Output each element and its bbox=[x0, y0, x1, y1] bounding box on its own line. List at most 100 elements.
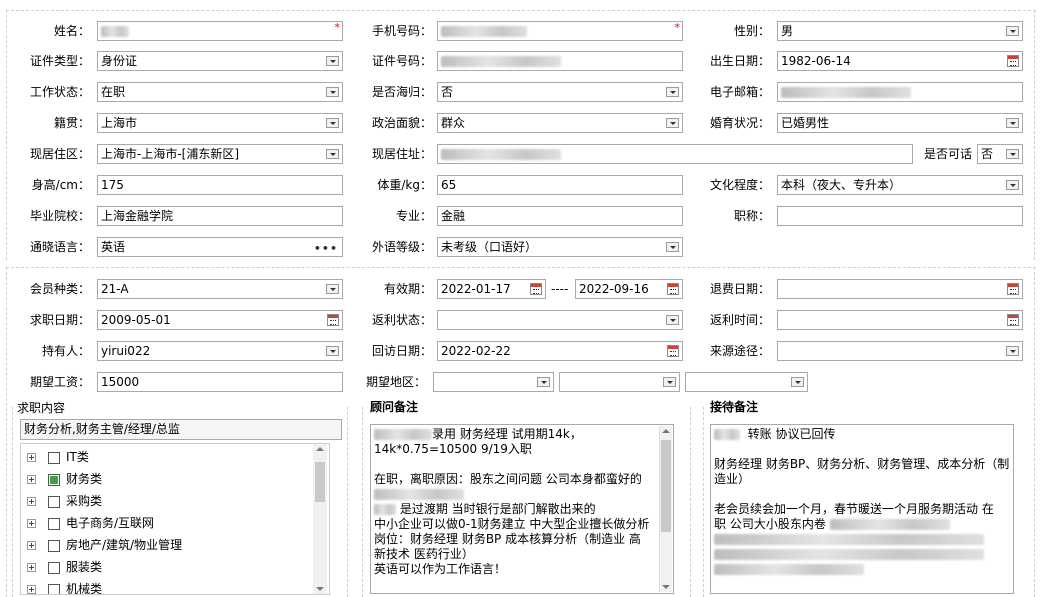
reception-line: 老会员续会加一个月，春节暖送一个月服务期活动 在 bbox=[714, 502, 994, 516]
chevron-down-icon[interactable] bbox=[326, 56, 339, 66]
holder-input[interactable]: yirui022 bbox=[97, 341, 343, 361]
visible-select[interactable]: 否 bbox=[977, 144, 1023, 164]
reception-notes-textarea[interactable]: 转账 协议已回传 财务经理 财务BP、财务分析、财务管理、成本分析（制 造业） … bbox=[710, 424, 1014, 594]
tree-item-purchase[interactable]: 采购类 bbox=[27, 491, 102, 511]
checkbox-icon[interactable] bbox=[48, 583, 60, 594]
more-icon[interactable]: ••• bbox=[314, 240, 338, 256]
rebate-time-input[interactable] bbox=[777, 310, 1023, 330]
scroll-thumb[interactable] bbox=[315, 462, 325, 502]
chevron-down-icon[interactable] bbox=[326, 284, 339, 294]
chevron-down-icon[interactable] bbox=[326, 346, 339, 356]
work-status-select[interactable]: 在职 bbox=[97, 82, 343, 102]
marital-select[interactable]: 已婚男性 bbox=[777, 113, 1023, 133]
weight-input[interactable]: 65 bbox=[437, 175, 683, 195]
major-input[interactable]: 金融 bbox=[437, 206, 683, 226]
chevron-down-icon[interactable] bbox=[326, 87, 339, 97]
chevron-down-icon[interactable] bbox=[1006, 149, 1019, 159]
chevron-down-icon[interactable] bbox=[666, 242, 679, 252]
rebate-status-label: 返利状态： bbox=[371, 313, 432, 327]
phone-input[interactable]: * bbox=[437, 21, 683, 41]
chevron-down-icon[interactable] bbox=[1006, 118, 1019, 128]
salary-input[interactable]: 15000 bbox=[97, 372, 343, 392]
idno-input[interactable] bbox=[437, 51, 683, 71]
calendar-icon[interactable] bbox=[530, 283, 542, 295]
tree-item-it[interactable]: IT类 bbox=[27, 447, 89, 467]
chevron-down-icon[interactable] bbox=[1006, 180, 1019, 190]
rebate-status-select[interactable] bbox=[437, 310, 683, 330]
foreign-level-select[interactable]: 未考级（口语好） bbox=[437, 237, 683, 257]
chevron-down-icon[interactable] bbox=[1006, 26, 1019, 36]
member-type-select[interactable]: 21-A bbox=[97, 279, 343, 299]
overseas-select[interactable]: 否 bbox=[437, 82, 683, 102]
expand-icon[interactable] bbox=[27, 563, 36, 572]
scroll-down-icon[interactable] bbox=[316, 587, 324, 591]
expand-icon[interactable] bbox=[27, 519, 36, 528]
job-tree-scrollbar[interactable] bbox=[313, 444, 327, 594]
education-select[interactable]: 本科（夜大、专升本） bbox=[777, 175, 1023, 195]
chevron-down-icon[interactable] bbox=[326, 149, 339, 159]
scroll-thumb[interactable] bbox=[661, 440, 671, 532]
calendar-icon[interactable] bbox=[1007, 55, 1019, 67]
checkbox-icon[interactable] bbox=[48, 451, 60, 464]
language-input[interactable]: 英语 ••• bbox=[97, 237, 343, 257]
political-select[interactable]: 群众 bbox=[437, 113, 683, 133]
job-title-input[interactable] bbox=[777, 206, 1023, 226]
chevron-down-icon[interactable] bbox=[666, 315, 679, 325]
gender-select[interactable]: 男 bbox=[777, 21, 1023, 41]
checkbox-icon[interactable] bbox=[48, 517, 60, 530]
birth-date-input[interactable]: 1982-06-14 bbox=[777, 51, 1023, 71]
valid-from-input[interactable]: 2022-01-17 bbox=[437, 279, 546, 299]
checkbox-icon[interactable] bbox=[48, 495, 60, 508]
email-input[interactable] bbox=[777, 82, 1023, 102]
name-input[interactable]: * bbox=[97, 21, 343, 41]
expand-icon[interactable] bbox=[27, 453, 36, 462]
visit-date-input[interactable]: 2022-02-22 bbox=[437, 341, 683, 361]
scroll-up-icon[interactable] bbox=[662, 429, 670, 433]
checkbox-checked-icon[interactable] bbox=[48, 473, 60, 486]
salary-label: 期望工资： bbox=[29, 375, 90, 389]
job-date-input[interactable]: 2009-05-01 bbox=[97, 310, 343, 330]
calendar-icon[interactable] bbox=[1007, 314, 1019, 326]
refund-date-input[interactable] bbox=[777, 279, 1023, 299]
region-city-select[interactable] bbox=[559, 372, 680, 392]
expand-icon[interactable] bbox=[27, 585, 36, 594]
tree-item-finance[interactable]: 财务类 bbox=[27, 469, 102, 489]
expand-icon[interactable] bbox=[27, 541, 36, 550]
checkbox-icon[interactable] bbox=[48, 561, 60, 574]
expand-icon[interactable] bbox=[27, 497, 36, 506]
scroll-up-icon[interactable] bbox=[316, 447, 324, 451]
advisor-scrollbar[interactable] bbox=[659, 426, 672, 592]
residence-address-input[interactable] bbox=[437, 144, 913, 164]
chevron-down-icon[interactable] bbox=[791, 377, 804, 387]
tree-item-ecommerce[interactable]: 电子商务/互联网 bbox=[27, 513, 154, 533]
scroll-down-icon[interactable] bbox=[662, 585, 670, 589]
chevron-down-icon[interactable] bbox=[666, 118, 679, 128]
region-province-select[interactable] bbox=[433, 372, 554, 392]
tree-item-apparel[interactable]: 服装类 bbox=[27, 557, 102, 577]
calendar-icon[interactable] bbox=[327, 314, 339, 326]
chevron-down-icon[interactable] bbox=[326, 118, 339, 128]
chevron-down-icon[interactable] bbox=[666, 87, 679, 97]
chevron-down-icon[interactable] bbox=[1006, 346, 1019, 356]
residence-area-select[interactable]: 上海市-上海市-[浦东新区] bbox=[97, 144, 343, 164]
checkbox-icon[interactable] bbox=[48, 539, 60, 552]
chevron-down-icon[interactable] bbox=[537, 377, 550, 387]
source-select[interactable] bbox=[777, 341, 1023, 361]
idtype-select[interactable]: 身份证 bbox=[97, 51, 343, 71]
advisor-notes-textarea[interactable]: 录用 财务经理 试用期14k， 14k*0.75=10500 9/19入职 在职… bbox=[370, 424, 674, 594]
reception-line bbox=[714, 547, 1010, 562]
tree-item-machinery[interactable]: 机械类 bbox=[27, 579, 102, 594]
calendar-icon[interactable] bbox=[667, 283, 679, 295]
calendar-icon[interactable] bbox=[1007, 283, 1019, 295]
chevron-down-icon[interactable] bbox=[663, 377, 676, 387]
tree-item-realestate[interactable]: 房地产/建筑/物业管理 bbox=[27, 535, 182, 555]
calendar-icon[interactable] bbox=[667, 345, 679, 357]
expand-icon[interactable] bbox=[27, 475, 36, 484]
valid-to-input[interactable]: 2022-09-16 bbox=[575, 279, 683, 299]
school-input[interactable]: 上海金融学院 bbox=[97, 206, 343, 226]
job-category-tree[interactable]: IT类 财务类 采购类 电子商务/互联网 房地产/建筑/物业管理 服装类 机械类 bbox=[20, 443, 330, 595]
region-district-select[interactable] bbox=[685, 372, 808, 392]
height-input[interactable]: 175 bbox=[97, 175, 343, 195]
weight-label: 体重/kg： bbox=[377, 178, 432, 192]
native-select[interactable]: 上海市 bbox=[97, 113, 343, 133]
